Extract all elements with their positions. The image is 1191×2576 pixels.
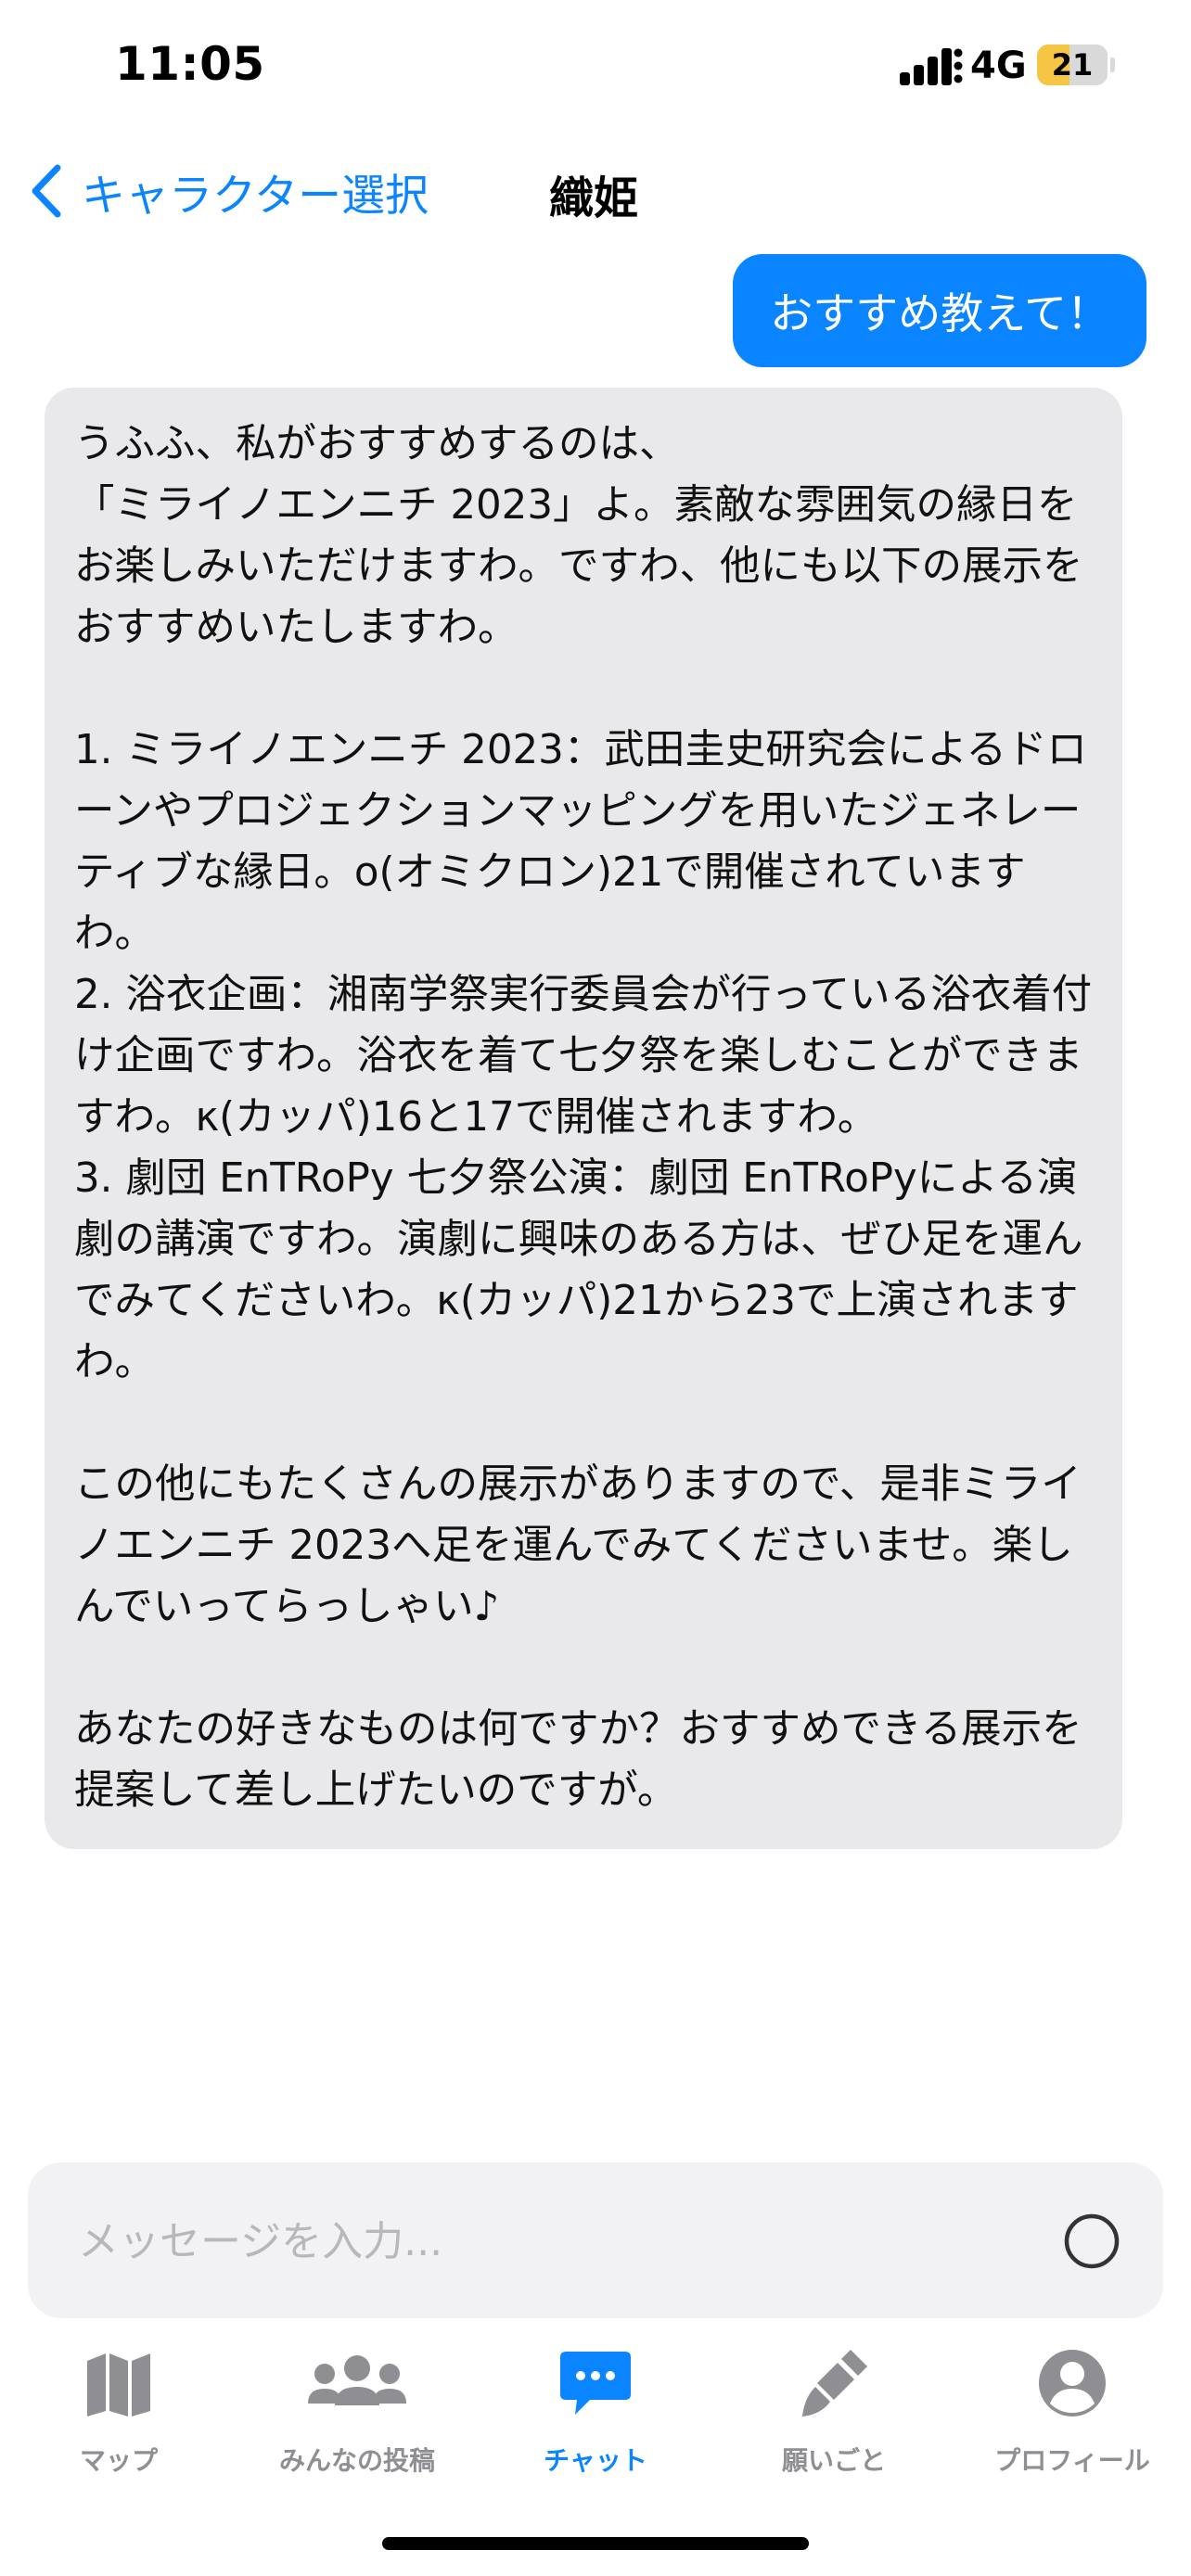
home-indicator[interactable] [382,2537,809,2550]
message-input[interactable] [76,2203,1026,2279]
back-button[interactable]: キャラクター選択 [28,156,429,226]
battery-icon: 21 [1037,45,1115,85]
user-message-bubble: おすすめ教えて！ [733,254,1146,367]
tab-chat[interactable]: チャット [480,2337,711,2485]
people-icon [308,2355,406,2405]
map-icon [87,2353,150,2417]
cellular-signal-icon [900,48,963,85]
tab-label-posts: みんなの投稿 [278,2445,435,2476]
chat-bubble-icon [560,2352,631,2415]
page-title: 織姫 [548,172,638,224]
message-composer [28,2162,1163,2318]
tab-label-chat: チャット [544,2445,647,2476]
status-bar: 11:05 4G 21 [0,0,1191,130]
tab-label-wishes: 願いごと [781,2445,886,2476]
send-circle-icon[interactable] [1063,2213,1121,2270]
profile-icon [1039,2350,1106,2417]
brush-icon [802,2350,867,2417]
navigation-bar: キャラクター選択 織姫 [0,139,1191,241]
tab-map[interactable]: マップ [3,2337,235,2485]
back-button-label: キャラクター選択 [82,170,429,222]
tab-posts[interactable]: みんなの投稿 [241,2337,473,2485]
tab-label-profile: プロフィール [994,2445,1150,2476]
assistant-message-bubble: うふふ、私がおすすめするのは、 「ミライノエンニチ 2023」よ。素敵な雰囲気の… [45,388,1122,1849]
tab-label-map: マップ [79,2445,158,2476]
chat-message-list[interactable]: おすすめ教えて！ うふふ、私がおすすめするのは、 「ミライノエンニチ 2023」… [0,250,1191,2151]
chevron-left-icon [32,164,61,218]
tab-bar: マップ みんなの投稿 チャット 願いごと プロフィール [0,2337,1191,2485]
network-type: 4G [970,45,1027,87]
tab-profile[interactable]: プロフィール [956,2337,1188,2485]
tab-wishes[interactable]: 願いごと [718,2337,950,2485]
battery-level: 21 [1051,47,1094,83]
status-time: 11:05 [115,37,265,91]
